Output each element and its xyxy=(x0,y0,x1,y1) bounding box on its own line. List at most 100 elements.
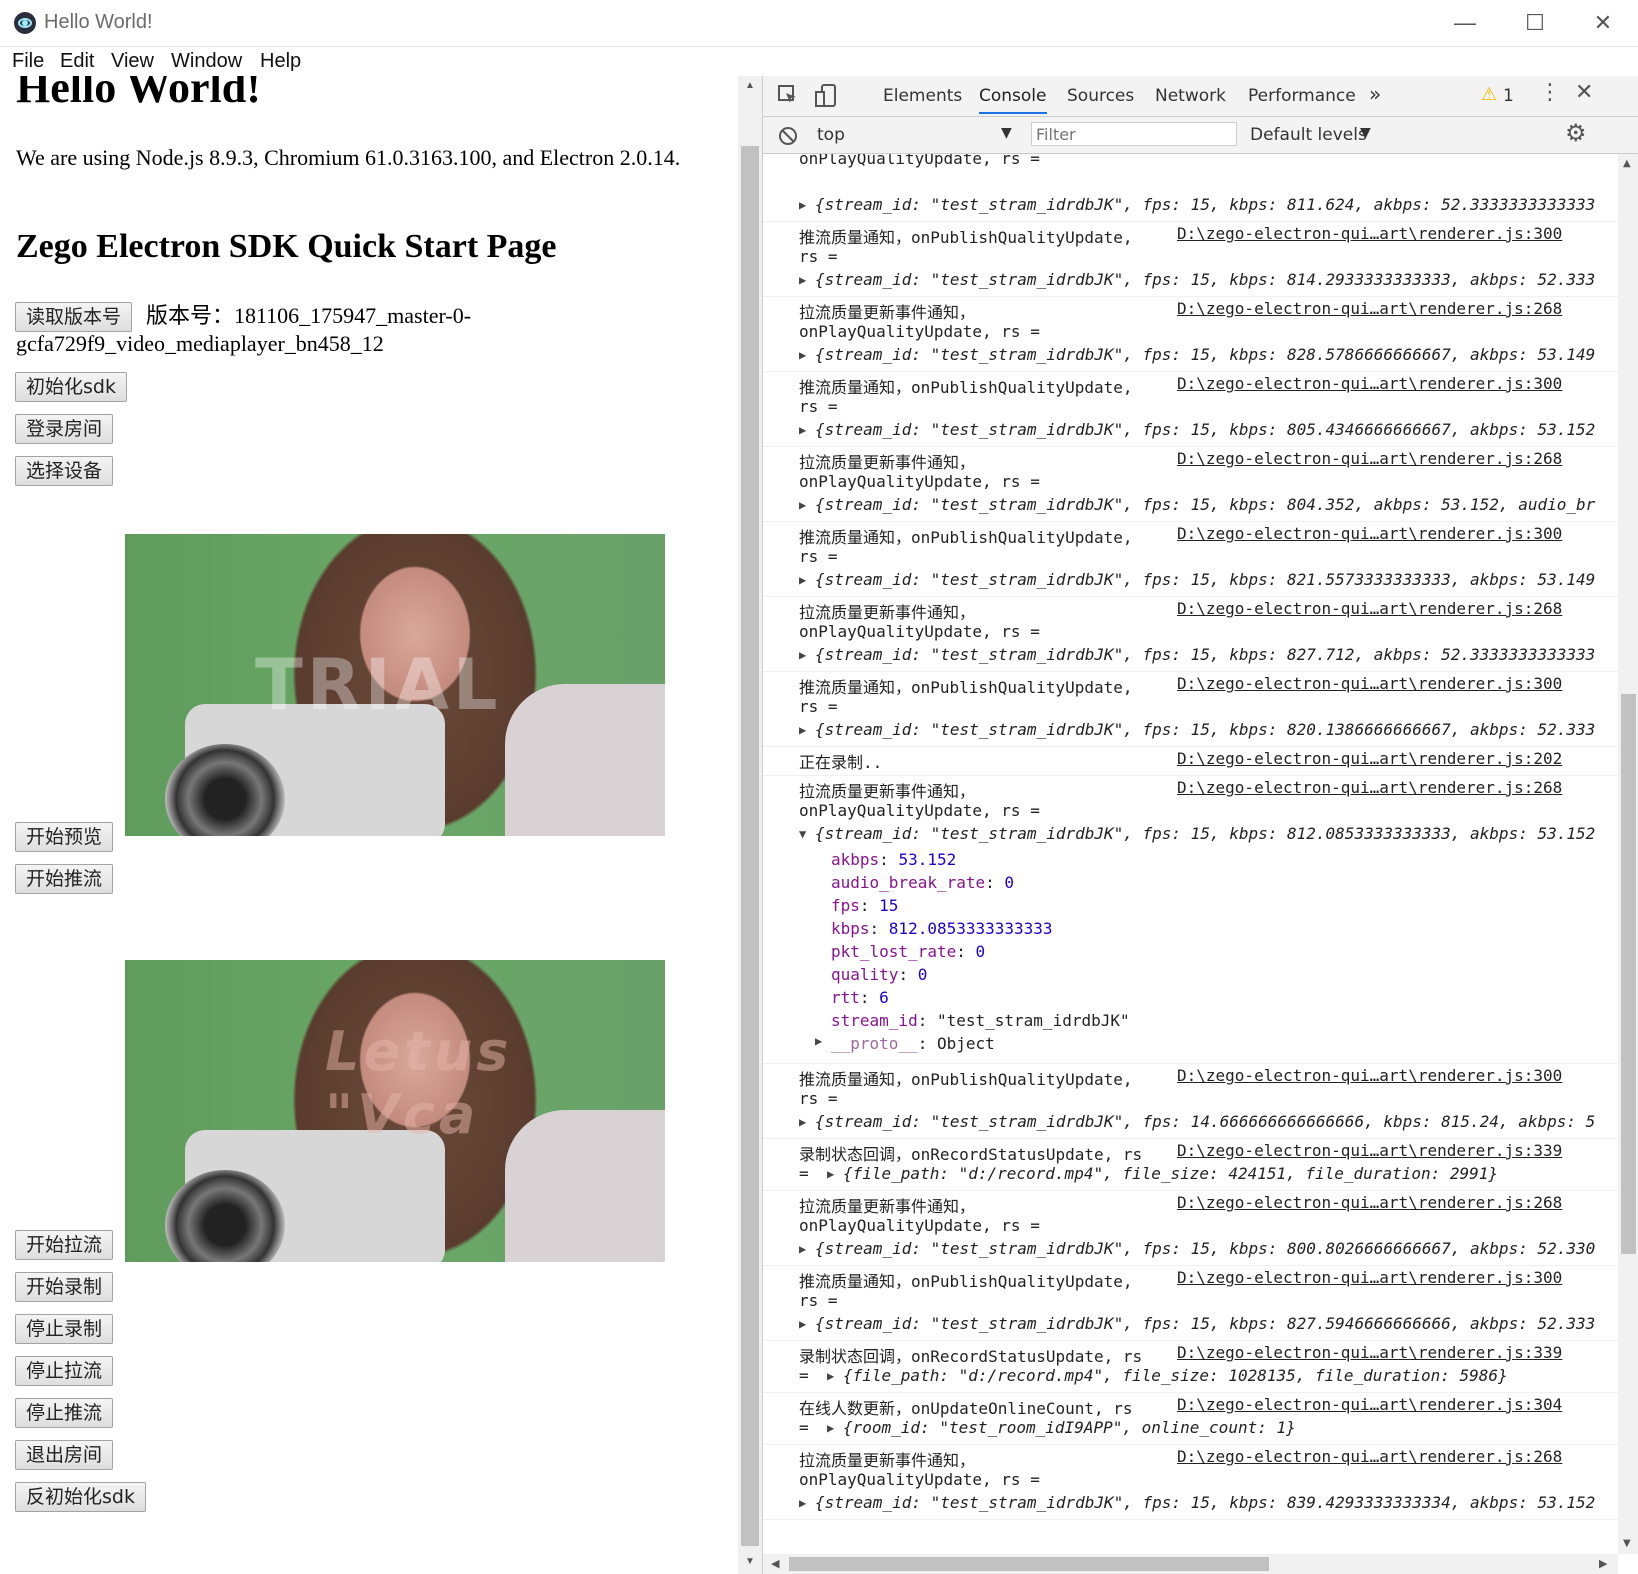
console-object-preview[interactable]: {stream_id: "test_stram_idrdbJK", fps: 1… xyxy=(815,720,1595,739)
scroll-down-icon[interactable]: ▼ xyxy=(745,1556,755,1567)
console-source-link[interactable]: D:\zego-electron-qui…art\renderer.js:300 xyxy=(1177,524,1562,543)
expand-triangle-icon[interactable]: ▶ xyxy=(827,1421,834,1435)
menu-view[interactable]: View xyxy=(111,50,154,73)
console-source-link[interactable]: D:\zego-electron-qui…art\renderer.js:268 xyxy=(1177,449,1562,468)
console-scroll-down-icon[interactable]: ▼ xyxy=(1623,1538,1631,1549)
console-source-link[interactable]: D:\zego-electron-qui…art\renderer.js:300 xyxy=(1177,374,1562,393)
logout-room-button[interactable]: 退出房间 xyxy=(15,1440,114,1470)
close-window-button[interactable]: ✕ xyxy=(1568,0,1638,46)
console-source-link[interactable]: D:\zego-electron-qui…art\renderer.js:268 xyxy=(1177,1193,1562,1212)
expand-triangle-icon[interactable]: ▶ xyxy=(799,1242,806,1256)
console-source-link[interactable]: D:\zego-electron-qui…art\renderer.js:300 xyxy=(1177,1066,1562,1085)
stop-publish-button[interactable]: 停止推流 xyxy=(15,1398,114,1428)
minimize-button[interactable]: — xyxy=(1430,0,1500,46)
console-object-preview[interactable]: {stream_id: "test_stram_idrdbJK", fps: 1… xyxy=(815,1314,1595,1333)
init-sdk-button[interactable]: 初始化sdk xyxy=(15,372,127,402)
tab-sources[interactable]: Sources xyxy=(1067,86,1134,106)
console-object-preview[interactable]: {stream_id: "test_stram_idrdbJK", fps: 1… xyxy=(815,570,1595,589)
device-toolbar-icon[interactable] xyxy=(815,84,837,108)
clear-console-icon[interactable] xyxy=(777,125,799,147)
uninit-sdk-button[interactable]: 反初始化sdk xyxy=(15,1482,146,1512)
tab-console[interactable]: Console xyxy=(979,86,1047,114)
page-scrollbar[interactable]: ▲ ▼ xyxy=(738,76,762,1574)
page-scrollbar-thumb[interactable] xyxy=(741,146,759,1546)
warning-icon[interactable]: ⚠ xyxy=(1481,84,1497,105)
more-tabs-icon[interactable]: » xyxy=(1369,82,1381,106)
scroll-right-icon[interactable]: ▶ xyxy=(1599,1557,1607,1570)
log-levels-select[interactable]: Default levels xyxy=(1250,125,1367,145)
console-object-preview[interactable]: {stream_id: "test_stram_idrdbJK", fps: 1… xyxy=(815,420,1595,439)
expand-triangle-icon[interactable]: ▶ xyxy=(799,423,806,437)
context-select[interactable]: top xyxy=(817,125,845,145)
start-record-button[interactable]: 开始录制 xyxy=(15,1272,114,1302)
start-play-button[interactable]: 开始拉流 xyxy=(15,1230,114,1260)
console-hscrollbar[interactable]: ◀ ▶ xyxy=(763,1554,1618,1574)
console-object-preview[interactable]: {stream_id: "test_stram_idrdbJK", fps: 1… xyxy=(815,1493,1595,1512)
console-source-link[interactable]: D:\zego-electron-qui…art\renderer.js:339 xyxy=(1177,1343,1562,1362)
console-source-link[interactable]: D:\zego-electron-qui…art\renderer.js:268 xyxy=(1177,599,1562,618)
console-object-preview[interactable]: {file_path: "d:/record.mp4", file_size: … xyxy=(843,1164,1498,1183)
tab-network[interactable]: Network xyxy=(1155,86,1226,106)
expand-triangle-icon[interactable]: ▶ xyxy=(799,348,806,362)
console-source-link[interactable]: D:\zego-electron-qui…art\renderer.js:339 xyxy=(1177,1141,1562,1160)
console-source-link[interactable]: D:\zego-electron-qui…art\renderer.js:268 xyxy=(1177,778,1562,797)
expand-triangle-icon[interactable]: ▶ xyxy=(799,1496,806,1510)
close-devtools-icon[interactable]: ✕ xyxy=(1575,80,1593,105)
expand-triangle-icon[interactable]: ▶ xyxy=(799,573,806,587)
console-source-link[interactable]: D:\zego-electron-qui…art\renderer.js:268 xyxy=(1177,1447,1562,1466)
scroll-up-icon[interactable]: ▲ xyxy=(745,80,755,91)
console-source-link[interactable]: D:\zego-electron-qui…art\renderer.js:304 xyxy=(1177,1395,1562,1414)
expand-triangle-icon[interactable]: ▶ xyxy=(799,648,806,662)
console-object-preview[interactable]: {stream_id: "test_stram_idrdbJK", fps: 1… xyxy=(815,345,1595,364)
expand-triangle-icon[interactable]: ▶ xyxy=(799,1317,806,1331)
console-object-preview[interactable]: {stream_id: "test_stram_idrdbJK", fps: 1… xyxy=(815,645,1595,664)
expand-triangle-icon[interactable]: ▶ xyxy=(827,1167,834,1181)
console-filter-input[interactable] xyxy=(1031,122,1237,146)
start-publish-button[interactable]: 开始推流 xyxy=(15,864,114,894)
menu-file[interactable]: File xyxy=(12,50,44,73)
console-settings-gear-icon[interactable]: ⚙ xyxy=(1565,119,1587,147)
console-scroll-up-icon[interactable]: ▲ xyxy=(1623,158,1631,169)
console-object-preview[interactable]: {file_path: "d:/record.mp4", file_size: … xyxy=(843,1366,1508,1385)
start-preview-button[interactable]: 开始预览 xyxy=(15,822,114,852)
console-object-preview[interactable]: {stream_id: "test_stram_idrdbJK", fps: 1… xyxy=(815,195,1595,214)
tab-elements[interactable]: Elements xyxy=(883,86,962,106)
menu-window[interactable]: Window xyxy=(171,50,242,73)
console-source-link[interactable]: D:\zego-electron-qui…art\renderer.js:202 xyxy=(1177,749,1562,768)
console-object-preview[interactable]: {stream_id: "test_stram_idrdbJK", fps: 1… xyxy=(815,270,1595,289)
console-object-preview[interactable]: {stream_id: "test_stram_idrdbJK", fps: 1… xyxy=(815,495,1595,514)
scroll-left-icon[interactable]: ◀ xyxy=(771,1557,779,1570)
stop-play-button[interactable]: 停止拉流 xyxy=(15,1356,114,1386)
console-source-link[interactable]: D:\zego-electron-qui…art\renderer.js:300 xyxy=(1177,224,1562,243)
console-source-link[interactable]: D:\zego-electron-qui…art\renderer.js:268 xyxy=(1177,299,1562,318)
expand-triangle-icon[interactable]: ▶ xyxy=(799,723,806,737)
stop-record-button[interactable]: 停止录制 xyxy=(15,1314,114,1344)
expand-triangle-icon[interactable]: ▶ xyxy=(799,273,806,287)
console-object-preview[interactable]: {stream_id: "test_stram_idrdbJK", fps: 1… xyxy=(815,824,1595,843)
levels-dropdown-icon[interactable]: ▼ xyxy=(1360,125,1371,141)
menu-help[interactable]: Help xyxy=(260,50,301,73)
console-source-link[interactable]: D:\zego-electron-qui…art\renderer.js:300 xyxy=(1177,1268,1562,1287)
console-source-link[interactable]: D:\zego-electron-qui…art\renderer.js:300 xyxy=(1177,674,1562,693)
console-scrollbar[interactable]: ▲ ▼ xyxy=(1618,154,1638,1554)
menu-edit[interactable]: Edit xyxy=(60,50,94,73)
console-scrollbar-thumb[interactable] xyxy=(1621,694,1636,1254)
warning-count[interactable]: 1 xyxy=(1503,86,1514,106)
select-device-button[interactable]: 选择设备 xyxy=(15,456,114,486)
devtools-menu-icon[interactable]: ⋮ xyxy=(1539,80,1561,105)
console-object-preview[interactable]: {stream_id: "test_stram_idrdbJK", fps: 1… xyxy=(815,1239,1595,1258)
console-object-preview[interactable]: {room_id: "test_room_idI9APP", online_co… xyxy=(843,1418,1296,1437)
read-version-button[interactable]: 读取版本号 xyxy=(15,302,133,332)
expand-triangle-icon[interactable]: ▶ xyxy=(799,1115,806,1129)
login-room-button[interactable]: 登录房间 xyxy=(15,414,114,444)
tab-performance[interactable]: Performance xyxy=(1248,86,1356,106)
expand-triangle-icon[interactable]: ▶ xyxy=(799,198,806,212)
expand-triangle-icon[interactable]: ▼ xyxy=(799,827,806,841)
inspect-element-icon[interactable] xyxy=(777,84,799,106)
expand-triangle-icon[interactable]: ▶ xyxy=(827,1369,834,1383)
expand-triangle-icon[interactable]: ▶ xyxy=(799,498,806,512)
expand-triangle-icon[interactable]: ▶ xyxy=(815,1034,822,1048)
context-dropdown-icon[interactable]: ▼ xyxy=(1001,125,1012,141)
console-hscrollbar-thumb[interactable] xyxy=(789,1557,1269,1571)
maximize-button[interactable]: ☐ xyxy=(1500,0,1570,46)
